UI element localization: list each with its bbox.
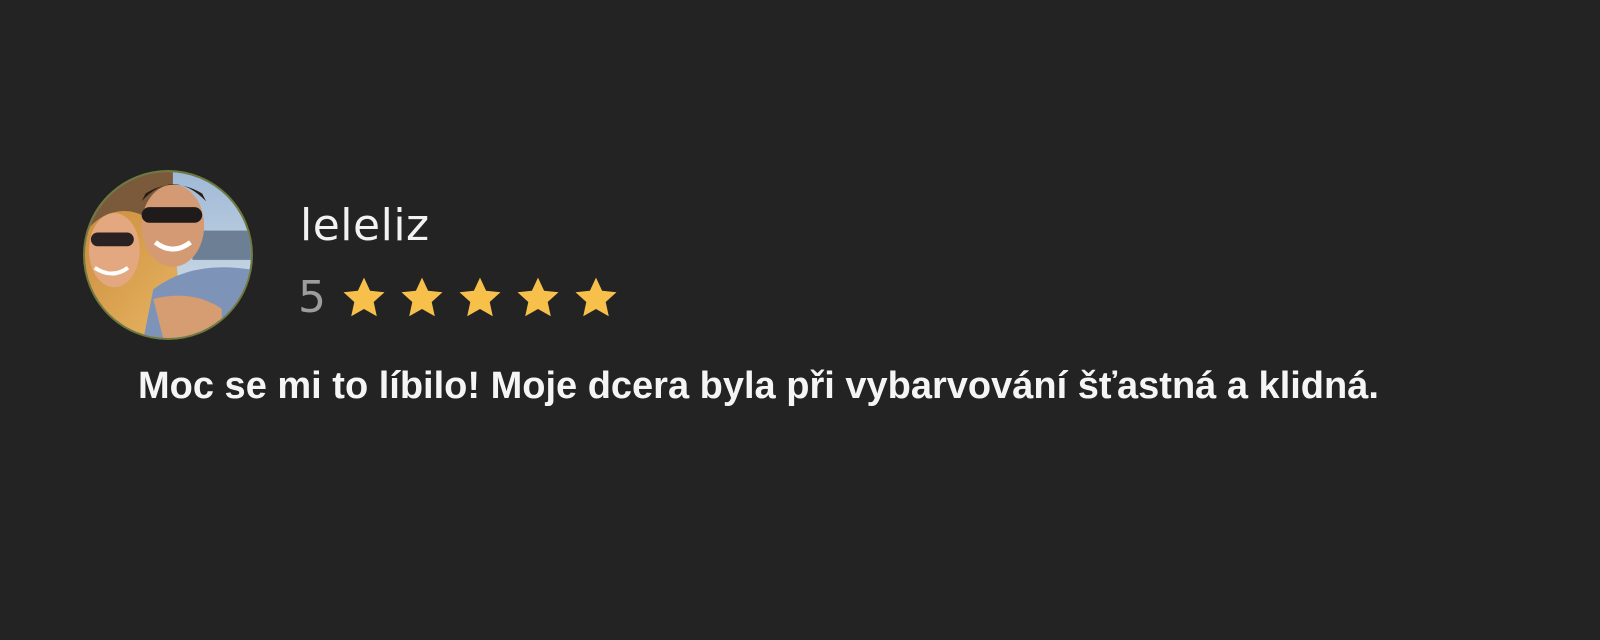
rating-row: 5 [298, 268, 630, 328]
username: leleliz [300, 200, 430, 251]
review-card: leleliz 5 Moc se mi to líbilo! Moje dcer… [0, 0, 1600, 640]
avatar [83, 170, 253, 340]
star-icon [572, 274, 620, 322]
star-icon [514, 274, 562, 322]
star-icon [398, 274, 446, 322]
review-text: Moc se mi to líbilo! Moje dcera byla při… [138, 365, 1379, 407]
star-icon [340, 274, 388, 322]
avatar-photo [85, 172, 251, 338]
star-icon [456, 274, 504, 322]
star-rating [340, 274, 630, 322]
rating-number: 5 [298, 272, 326, 323]
